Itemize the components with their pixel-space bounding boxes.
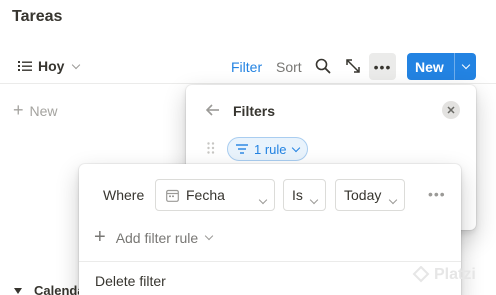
chevron-down-icon xyxy=(309,195,319,205)
filter-icon xyxy=(236,144,248,154)
new-button-label: New xyxy=(415,58,444,75)
operator-select[interactable]: Is xyxy=(283,179,326,211)
drag-handle-icon[interactable] xyxy=(207,142,215,154)
chevron-down-icon xyxy=(72,60,81,69)
filter-button[interactable]: Filter xyxy=(231,59,262,75)
new-dropdown-button[interactable] xyxy=(455,60,476,71)
filters-title: Filters xyxy=(233,103,276,119)
expand-icon[interactable] xyxy=(345,58,361,74)
chevron-down-icon xyxy=(204,231,214,241)
add-filter-rule-label: Add filter rule xyxy=(115,229,199,246)
operator-value: Is xyxy=(292,187,303,203)
chevron-down-icon xyxy=(461,60,470,70)
more-options-button[interactable]: ••• xyxy=(369,53,396,80)
divider xyxy=(79,261,461,262)
list-icon xyxy=(18,61,32,71)
filter-rule-panel: Where Fecha Is Today ••• + Add filter ru… xyxy=(79,164,461,295)
arrow-left-icon[interactable] xyxy=(206,104,220,116)
rule-chip[interactable]: 1 rule xyxy=(227,137,308,161)
close-icon xyxy=(447,106,455,114)
plus-icon: + xyxy=(94,226,106,248)
search-icon[interactable] xyxy=(315,58,331,74)
value-select[interactable]: Today xyxy=(335,179,405,211)
add-new-row-button[interactable]: + New xyxy=(13,100,58,121)
chevron-down-icon xyxy=(388,195,398,205)
property-select[interactable]: Fecha xyxy=(155,179,275,211)
delete-filter-button[interactable]: Delete filter xyxy=(95,273,166,289)
sort-button[interactable]: Sort xyxy=(276,59,302,75)
rule-more-button[interactable]: ••• xyxy=(428,186,446,202)
close-button[interactable] xyxy=(442,101,460,119)
chevron-down-icon xyxy=(291,143,300,152)
plus-icon: + xyxy=(13,100,24,120)
where-label: Where xyxy=(103,187,145,203)
value-value: Today xyxy=(344,187,382,203)
view-selector[interactable]: Hoy xyxy=(18,58,82,74)
calendar-icon xyxy=(166,189,179,202)
view-toolbar: Hoy Filter Sort ••• New xyxy=(0,52,496,84)
page-title: Tareas xyxy=(12,8,63,25)
triangle-down-icon xyxy=(14,287,22,294)
platzi-logo-icon xyxy=(412,266,430,283)
add-filter-rule-button[interactable]: + Add filter rule xyxy=(94,226,214,249)
new-button[interactable]: New xyxy=(407,53,476,80)
new-row-label: New xyxy=(29,102,58,119)
rule-chip-label: 1 rule xyxy=(254,141,287,157)
watermark: Platzi xyxy=(412,266,476,284)
watermark-text: Platzi xyxy=(434,266,476,283)
view-name: Hoy xyxy=(38,58,65,74)
property-value: Fecha xyxy=(186,187,225,203)
chevron-down-icon xyxy=(258,195,268,205)
